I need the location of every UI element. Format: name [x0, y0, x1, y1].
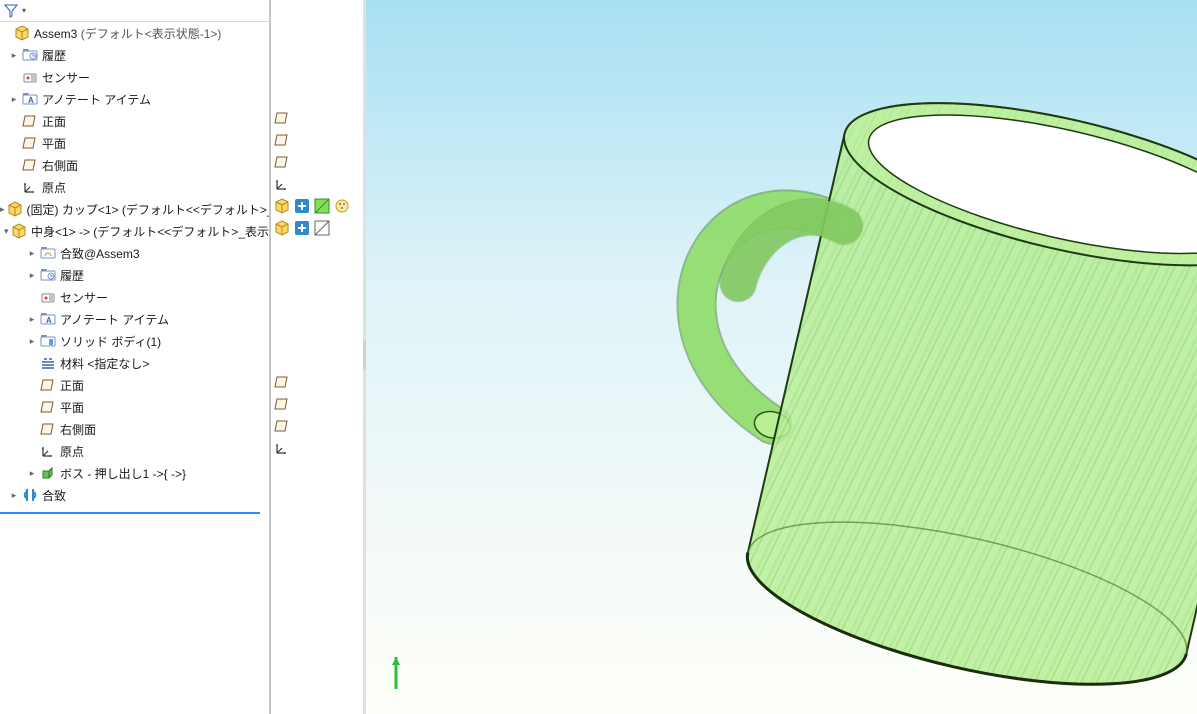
- tree-sub-feature-boss-label: ボス - 押し出し1 ->{ ->}: [60, 465, 186, 482]
- assembly-icon: [14, 25, 30, 41]
- svg-text:A: A: [28, 96, 34, 105]
- plane-echo-icon[interactable]: [274, 418, 290, 434]
- plane-icon: [22, 135, 38, 151]
- mates-icon: [22, 487, 38, 503]
- tree-sub-material-label: 材料 <指定なし>: [60, 355, 149, 372]
- plane-echo-icon[interactable]: [274, 154, 290, 170]
- tree-plane-top[interactable]: ▸ 平面: [0, 132, 269, 154]
- plane-icon: [40, 421, 56, 437]
- tree-filter-bar: ▾: [0, 0, 269, 22]
- show-hide-icon[interactable]: [294, 220, 310, 236]
- tree-sub-sensors-label: センサー: [60, 289, 108, 306]
- graphics-viewport[interactable]: [366, 0, 1197, 714]
- tree-sub-plane-front-label: 正面: [60, 377, 84, 394]
- plane-echo-icon[interactable]: [274, 132, 290, 148]
- solid-body-folder-icon: [40, 333, 56, 349]
- sensors-icon: [22, 69, 38, 85]
- assembly-name: Assem3: [34, 27, 77, 41]
- filter-dropdown-icon[interactable]: ▾: [22, 6, 32, 15]
- tree-sub-origin-label: 原点: [60, 443, 84, 460]
- tree-sub-plane-top[interactable]: ▸ 平面: [0, 396, 269, 418]
- origin-echo-icon[interactable]: [274, 440, 290, 456]
- history-folder-icon: [40, 267, 56, 283]
- tree-component-content-label: 中身<1> -> (デフォルト<<デフォルト>_表示: [31, 223, 269, 240]
- part-echo-icon[interactable]: [274, 220, 290, 236]
- tree-mates[interactable]: ▸ 合致: [0, 484, 269, 506]
- show-hide-icon[interactable]: [294, 198, 310, 214]
- tree-sub-solid-bodies-label: ソリッド ボディ(1): [60, 333, 161, 350]
- tree-selection-underline: [0, 512, 260, 514]
- origin-icon: [40, 443, 56, 459]
- extrude-icon: [40, 465, 56, 481]
- tree-sub-mates-of[interactable]: ▸ 合致@Assem3: [0, 242, 269, 264]
- origin-icon: [22, 179, 38, 195]
- tree-mates-label: 合致: [42, 487, 66, 504]
- tree-sub-annotations[interactable]: ▸ A アノテート アイテム: [0, 308, 269, 330]
- tree-sub-sensors[interactable]: ▸ センサー: [0, 286, 269, 308]
- tree-sub-solid-bodies[interactable]: ▸ ソリッド ボディ(1): [0, 330, 269, 352]
- model-mug[interactable]: [516, 30, 1197, 695]
- plane-echo-icon[interactable]: [274, 396, 290, 412]
- tree-history-label: 履歴: [42, 47, 66, 64]
- history-folder-icon: [22, 47, 38, 63]
- plane-icon: [40, 399, 56, 415]
- part-echo-icon[interactable]: [274, 198, 290, 214]
- plane-icon: [40, 377, 56, 393]
- plane-icon: [22, 157, 38, 173]
- tree-sub-origin[interactable]: ▸ 原点: [0, 440, 269, 462]
- plane-icon: [22, 113, 38, 129]
- mate-folder-icon: [40, 245, 56, 261]
- tree-sub-plane-right-label: 右側面: [60, 421, 96, 438]
- tree-annotations-label: アノテート アイテム: [42, 91, 151, 108]
- display-style-icon[interactable]: [314, 220, 330, 236]
- tree-sub-material[interactable]: ▸ 材料 <指定なし>: [0, 352, 269, 374]
- tree-component-cup-label: (固定) カップ<1> (デフォルト<<デフォルト>_: [27, 201, 269, 218]
- view-triad[interactable]: [386, 649, 436, 700]
- annotations-folder-icon: A: [40, 311, 56, 327]
- assembly-suffix: (デフォルト<表示状態-1>): [81, 27, 222, 41]
- tree-sub-mates-of-label: 合致@Assem3: [60, 245, 140, 262]
- part-icon: [7, 201, 23, 217]
- display-pane: [270, 0, 366, 714]
- sensors-icon: [40, 289, 56, 305]
- part-icon: [11, 223, 27, 239]
- origin-echo-icon[interactable]: [274, 176, 290, 192]
- svg-text:A: A: [46, 316, 52, 325]
- tree-origin-label: 原点: [42, 179, 66, 196]
- feature-tree: ▸ Assem3 (デフォルト<表示状態-1>) ▸ 履歴 ▸ センサー ▸ A: [0, 22, 269, 714]
- material-icon: [40, 355, 56, 371]
- display-style-icon[interactable]: [314, 198, 330, 214]
- tree-sensors-label: センサー: [42, 69, 90, 86]
- tree-sub-plane-right[interactable]: ▸ 右側面: [0, 418, 269, 440]
- tree-sub-feature-boss[interactable]: ▸ ボス - 押し出し1 ->{ ->}: [0, 462, 269, 484]
- appearance-icon[interactable]: [334, 198, 350, 214]
- tree-component-cup[interactable]: ▸ (固定) カップ<1> (デフォルト<<デフォルト>_: [0, 198, 269, 220]
- tree-plane-front-label: 正面: [42, 113, 66, 130]
- tree-origin[interactable]: ▸ 原点: [0, 176, 269, 198]
- tree-plane-top-label: 平面: [42, 135, 66, 152]
- assembly-root[interactable]: ▸ Assem3 (デフォルト<表示状態-1>): [0, 22, 269, 44]
- tree-sub-plane-top-label: 平面: [60, 399, 84, 416]
- tree-plane-right-label: 右側面: [42, 157, 78, 174]
- tree-plane-front[interactable]: ▸ 正面: [0, 110, 269, 132]
- tree-sub-plane-front[interactable]: ▸ 正面: [0, 374, 269, 396]
- tree-component-content[interactable]: ▾ 中身<1> -> (デフォルト<<デフォルト>_表示: [0, 220, 269, 242]
- tree-sub-history-label: 履歴: [60, 267, 84, 284]
- tree-annotations[interactable]: ▸ A アノテート アイテム: [0, 88, 269, 110]
- tree-sub-history[interactable]: ▸ 履歴: [0, 264, 269, 286]
- tree-sensors[interactable]: ▸ センサー: [0, 66, 269, 88]
- plane-echo-icon[interactable]: [274, 110, 290, 126]
- tree-plane-right[interactable]: ▸ 右側面: [0, 154, 269, 176]
- feature-tree-panel: ▾ ▸ Assem3 (デフォルト<表示状態-1>) ▸ 履歴 ▸ センサー: [0, 0, 270, 714]
- annotations-folder-icon: A: [22, 91, 38, 107]
- plane-echo-icon[interactable]: [274, 374, 290, 390]
- filter-icon[interactable]: [4, 4, 18, 18]
- tree-sub-annotations-label: アノテート アイテム: [60, 311, 169, 328]
- tree-history[interactable]: ▸ 履歴: [0, 44, 269, 66]
